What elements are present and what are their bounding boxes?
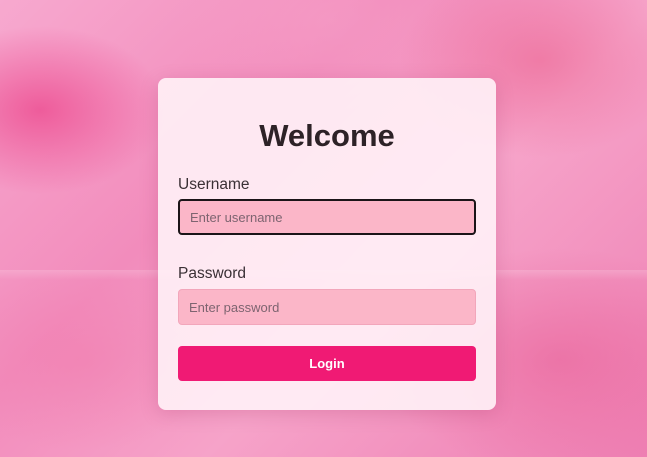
username-input[interactable]: [178, 199, 476, 235]
page-title: Welcome: [259, 118, 395, 153]
password-label: Password: [178, 265, 247, 282]
login-page: { "login": { "title": "Welcome", "userna…: [0, 0, 647, 457]
password-input[interactable]: [178, 289, 476, 325]
login-card: Welcome Username Password Login: [158, 78, 496, 410]
username-label: Username: [178, 176, 250, 193]
login-button[interactable]: Login: [178, 346, 476, 381]
